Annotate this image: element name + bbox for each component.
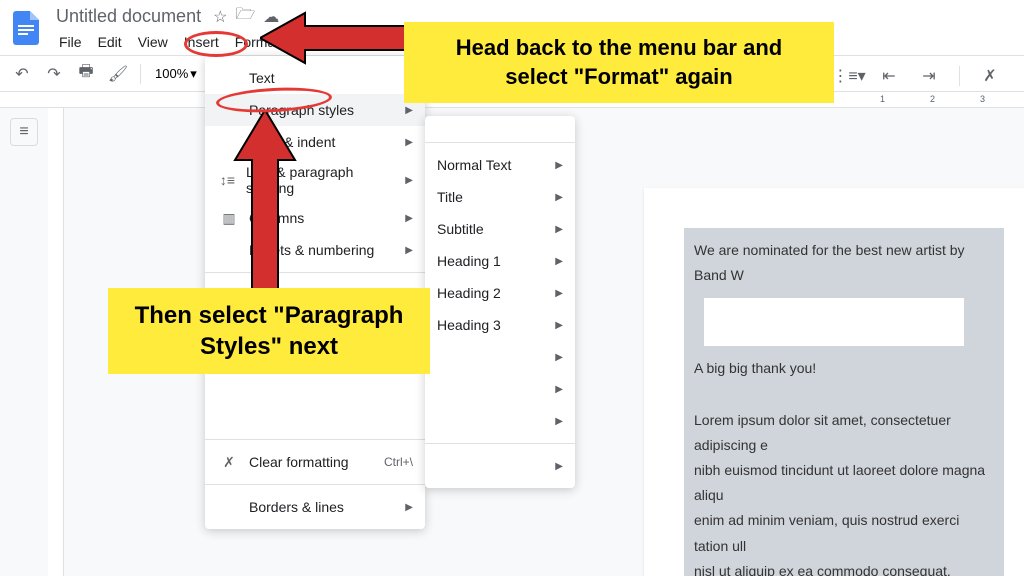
zoom-selector[interactable]: 100% ▾ — [149, 64, 203, 84]
annotation-callout-1: Head back to the menu bar and select "Fo… — [404, 22, 834, 103]
format-paint-button[interactable]: 🖌 — [104, 60, 132, 88]
format-text[interactable]: Text▶ — [205, 62, 425, 94]
menu-view[interactable]: View — [131, 32, 175, 52]
annotation-callout-2: Then select "Paragraph Styles" next — [108, 288, 430, 374]
document-page[interactable]: We are nominated for the best new artist… — [644, 188, 1024, 576]
vertical-ruler[interactable] — [48, 108, 64, 576]
format-clear-formatting[interactable]: ✗Clear formattingCtrl+\ — [205, 446, 425, 478]
numbered-list-button[interactable]: ⋮≡▾ — [835, 62, 863, 90]
format-bullets-numbering[interactable]: Bullets & numbering▶ — [205, 234, 425, 266]
doc-para: nisl ut aliquip ex ea commodo consequat. — [694, 559, 994, 576]
columns-icon: ▥ — [217, 210, 241, 227]
style-more[interactable]: ▶ — [425, 341, 575, 373]
doc-subheading: A big big thank you! — [694, 356, 994, 381]
menu-format[interactable]: Format — [228, 32, 286, 52]
undo-button[interactable]: ↶ — [8, 60, 36, 88]
outline-toggle-button[interactable]: ≡ — [10, 118, 38, 146]
increase-indent-button[interactable]: ⇥ — [915, 62, 943, 90]
style-more3[interactable]: ▶ — [425, 405, 575, 437]
style-subtitle[interactable]: Subtitle▶ — [425, 213, 575, 245]
menu-insert[interactable]: Insert — [177, 32, 226, 52]
style-options[interactable]: ▶ — [425, 450, 575, 482]
clear-format-icon: ✗ — [217, 454, 241, 471]
style-heading-1[interactable]: Heading 1▶ — [425, 245, 575, 277]
style-heading-3[interactable]: Heading 3▶ — [425, 309, 575, 341]
format-columns[interactable]: ▥Columns▶ — [205, 202, 425, 234]
cloud-status-icon[interactable]: ☁ — [263, 7, 279, 27]
redo-button[interactable]: ↷ — [40, 60, 68, 88]
doc-para: enim ad minim veniam, quis nostrud exerc… — [694, 508, 994, 558]
format-borders-lines[interactable]: Borders & lines▶ — [205, 491, 425, 523]
docs-logo[interactable] — [8, 10, 44, 46]
format-paragraph-styles[interactable]: Paragraph styles▶ — [205, 94, 425, 126]
menu-bar: File Edit View Insert Format Tools — [52, 32, 335, 52]
style-more2[interactable]: ▶ — [425, 373, 575, 405]
left-sidebar: ≡ — [0, 108, 48, 576]
doc-heading: We are nominated for the best new artist… — [694, 238, 994, 288]
clear-format-button[interactable]: ✗ — [976, 62, 1004, 90]
format-align-indent[interactable]: Align & indent▶ — [205, 126, 425, 158]
style-title[interactable]: Title▶ — [425, 181, 575, 213]
document-title[interactable]: Untitled document — [52, 4, 205, 29]
style-heading-2[interactable]: Heading 2▶ — [425, 277, 575, 309]
paragraph-styles-submenu: Normal Text▶ Title▶ Subtitle▶ Heading 1▶… — [425, 116, 575, 488]
star-icon[interactable]: ☆ — [213, 7, 227, 27]
style-normal-text[interactable]: Normal Text▶ — [425, 149, 575, 181]
format-line-spacing[interactable]: ↕≡Line & paragraph spacing▶ — [205, 158, 425, 202]
move-icon[interactable]: 🗁 — [235, 3, 255, 30]
menu-edit[interactable]: Edit — [91, 32, 129, 52]
print-button[interactable]: 🖶 — [72, 60, 100, 88]
menu-tools[interactable]: Tools — [288, 32, 335, 52]
decrease-indent-button[interactable]: ⇤ — [875, 62, 903, 90]
menu-file[interactable]: File — [52, 32, 89, 52]
doc-para: Lorem ipsum dolor sit amet, consectetuer… — [694, 408, 994, 458]
line-spacing-icon: ↕≡ — [217, 172, 238, 188]
doc-para: nibh euismod tincidunt ut laoreet dolore… — [694, 458, 994, 508]
